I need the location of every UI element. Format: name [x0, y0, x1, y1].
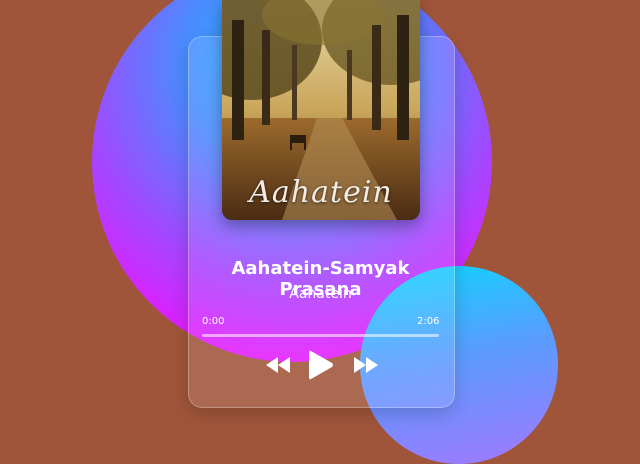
current-time: 0:00: [202, 316, 225, 327]
previous-button[interactable]: [262, 353, 294, 377]
album-cover-title: Aahatein: [249, 175, 393, 210]
play-icon: [309, 350, 333, 380]
total-time: 2:06: [417, 316, 440, 327]
next-button[interactable]: [350, 353, 382, 377]
play-button[interactable]: [302, 346, 340, 384]
progress-bar[interactable]: [202, 334, 439, 337]
fast-forward-icon: [354, 357, 378, 373]
artist-name: Aahatein: [289, 286, 352, 302]
rewind-icon: [266, 357, 290, 373]
album-cover: Aahatein: [222, 0, 420, 220]
